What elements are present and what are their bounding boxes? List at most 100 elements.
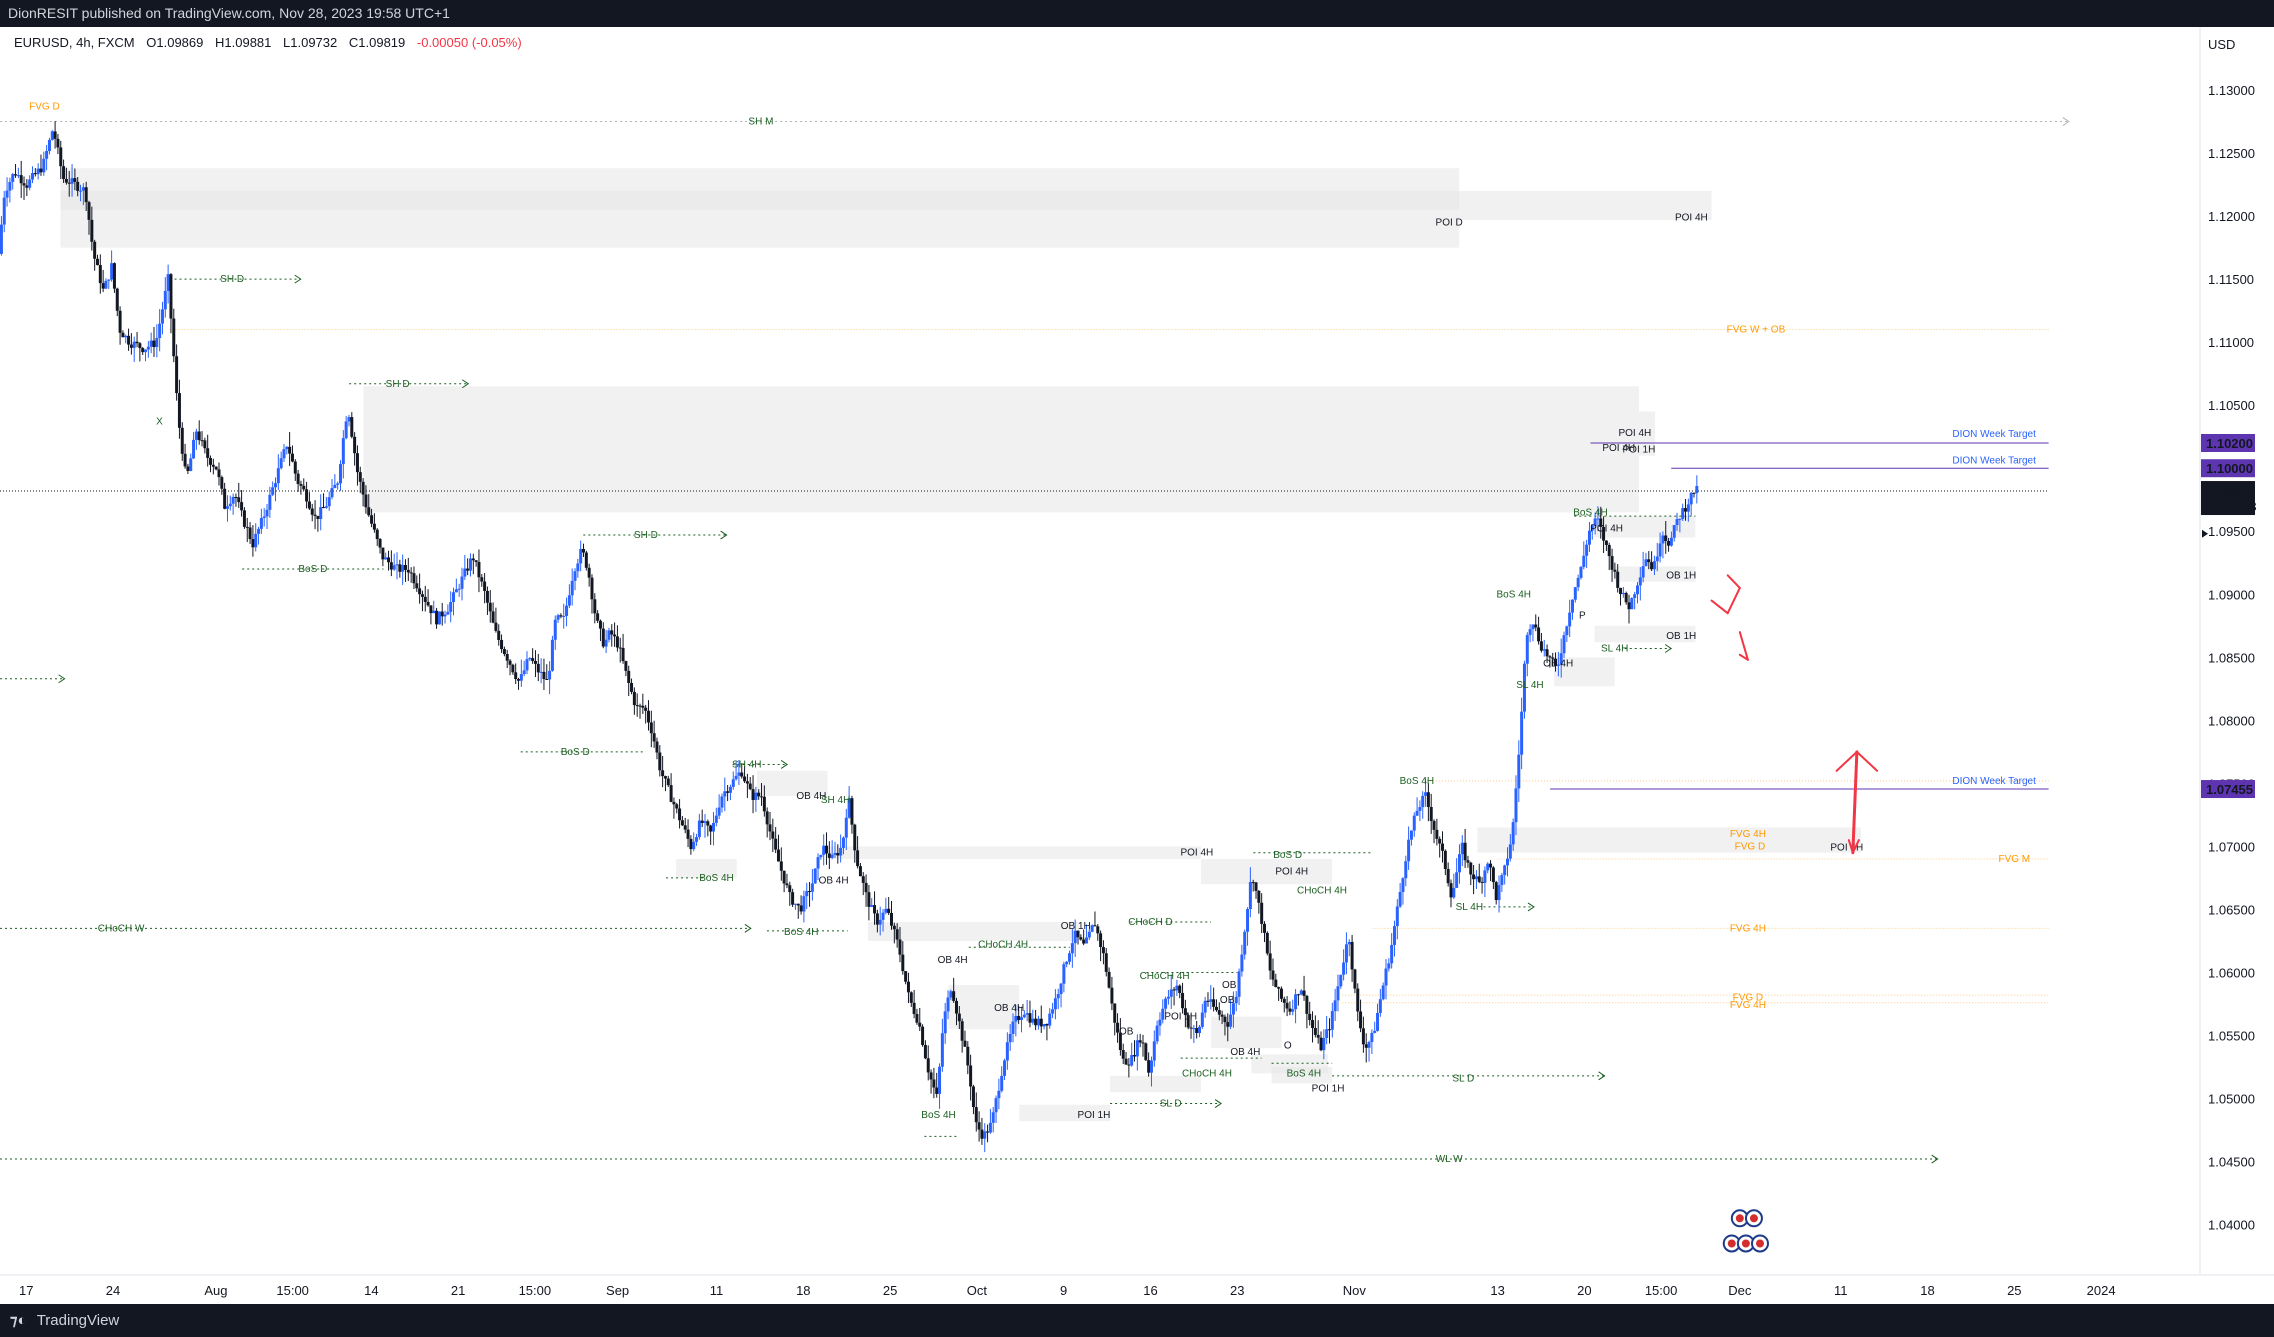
candle-body <box>1234 996 1238 1004</box>
candle-body <box>810 883 814 892</box>
candle-body <box>904 971 908 982</box>
brand-name[interactable]: TradingView <box>31 1312 120 1329</box>
time-tick-label: 11 <box>1834 1283 1848 1298</box>
candle-body <box>884 908 888 913</box>
candle-body <box>1474 876 1478 880</box>
candle-body <box>757 792 761 797</box>
candle-body <box>556 615 560 620</box>
candle-body <box>1022 1014 1026 1018</box>
candle-body <box>997 1090 1001 1099</box>
candle-body <box>429 605 433 614</box>
chart-annotation: BoS 4H <box>921 1110 955 1121</box>
chart-annotation: OB 1H <box>1666 631 1696 642</box>
candle-body <box>1065 961 1069 965</box>
chart-annotation: POI 4H <box>1590 524 1623 535</box>
candle-body <box>915 1014 919 1023</box>
candle-body <box>717 807 721 816</box>
tradingview-logo-icon[interactable]: ⁊◐ <box>10 1304 27 1337</box>
candle-body <box>576 563 580 572</box>
close-value: C1.09819 <box>348 35 406 50</box>
candle-body <box>1158 1019 1162 1026</box>
candle-body <box>748 783 752 790</box>
candle-body <box>279 458 283 469</box>
candle-body <box>610 630 614 635</box>
candle-body <box>1520 711 1524 755</box>
chart-annotation: FVG M <box>1998 854 2030 865</box>
chart-annotation: BoS D <box>1273 850 1302 861</box>
candle-body <box>203 440 207 449</box>
candle-body <box>375 529 379 540</box>
candle-body <box>457 588 461 590</box>
candle-body <box>1607 544 1611 557</box>
candle-body <box>454 589 458 593</box>
candle-body <box>954 1000 958 1014</box>
candle-body <box>25 185 29 188</box>
candle-body <box>728 786 732 793</box>
chart-annotation: SH D <box>386 379 410 390</box>
candle-body <box>1686 504 1690 512</box>
candle-body <box>675 804 679 809</box>
candle-body <box>443 614 447 617</box>
economic-event-flag-icon <box>1727 1239 1736 1248</box>
candle-body <box>262 516 266 519</box>
candle-body <box>248 527 252 540</box>
candle-body <box>1568 612 1572 627</box>
candle-body <box>695 837 699 842</box>
candle-body <box>1480 881 1484 883</box>
candle-body <box>627 670 631 683</box>
candle-body <box>1384 968 1388 986</box>
candle-body <box>517 679 521 681</box>
candle-body <box>1460 842 1464 855</box>
symbol-label[interactable]: EURUSD, 4h, FXCM <box>14 35 135 50</box>
candle-body <box>983 1131 987 1139</box>
candle-body <box>1296 994 1300 996</box>
chart-annotation: OB 4H <box>1543 659 1573 670</box>
candle-body <box>1005 1042 1009 1061</box>
candle-body <box>1661 535 1665 544</box>
candle-body <box>878 919 882 925</box>
chart-annotation: FVG 4H <box>1730 923 1766 934</box>
candle-body <box>135 341 139 344</box>
candle-body <box>892 925 896 930</box>
candle-body <box>56 138 60 148</box>
economic-event-flag-icon <box>1756 1239 1764 1248</box>
candle-body <box>242 510 246 527</box>
candle-body <box>1539 641 1543 651</box>
candle-body <box>305 489 309 502</box>
candle-body <box>977 1122 981 1130</box>
candle-body <box>1237 971 1241 997</box>
candle-body <box>1192 1028 1196 1030</box>
chart-annotation: OB 4H <box>819 875 849 886</box>
candle-body <box>1356 988 1360 1012</box>
candle-body <box>1299 990 1303 995</box>
candle-body <box>938 1066 942 1094</box>
candle-body <box>1664 535 1668 541</box>
candle-body <box>1070 943 1074 954</box>
candle-body <box>1073 930 1077 944</box>
candle-body <box>1025 1013 1029 1015</box>
candle-body <box>1619 587 1623 595</box>
candle-body <box>1279 988 1283 999</box>
candle-body <box>127 335 131 345</box>
time-tick-label: 17 <box>19 1283 33 1298</box>
candle-body <box>1500 875 1504 886</box>
candle-body <box>1181 992 1185 1009</box>
candle-body <box>697 820 701 838</box>
chart-annotation: BoS D <box>298 564 327 575</box>
candle-body <box>1573 587 1577 600</box>
candle-body <box>649 722 653 734</box>
candle-body <box>259 518 263 529</box>
candle-body <box>1489 863 1493 868</box>
candle-body <box>678 808 682 821</box>
candle-body <box>392 565 396 570</box>
candle-body <box>514 672 518 680</box>
candle-body <box>206 448 210 458</box>
candle-body <box>299 484 303 486</box>
candle-body <box>1240 954 1244 972</box>
economic-event-flag-icon <box>1735 1214 1744 1223</box>
candle-body <box>971 1086 975 1108</box>
low-value: L1.09732 <box>283 35 338 50</box>
price-chart[interactable]: FVG D SH M POI D POI 4H SH D FVG W + OB SH D X P… <box>0 27 2274 1304</box>
candle-body <box>743 776 747 782</box>
time-tick-label: Oct <box>967 1283 988 1298</box>
